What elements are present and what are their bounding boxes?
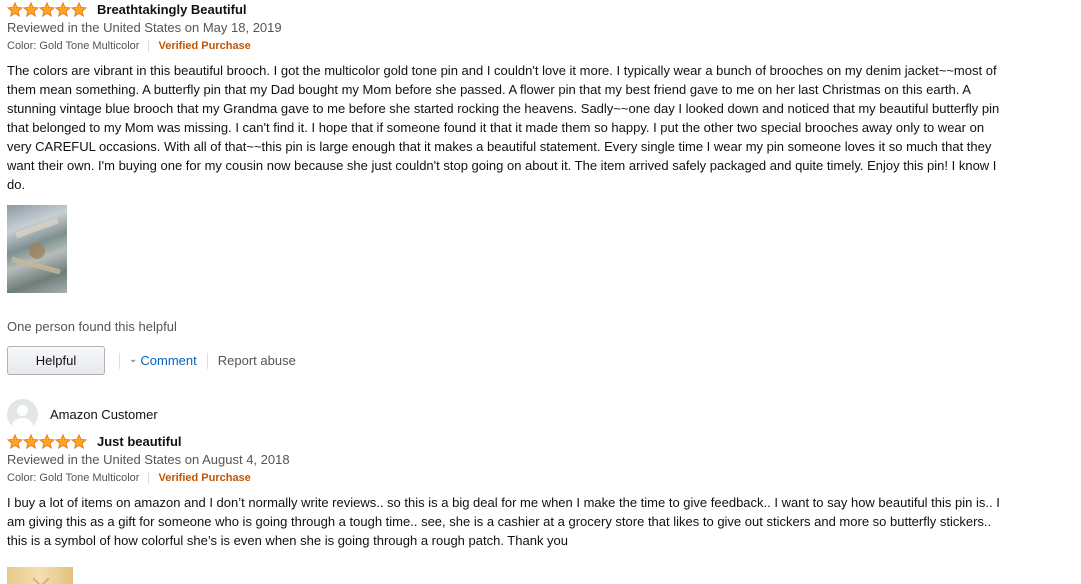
divider <box>119 352 120 369</box>
review-body: I buy a lot of items on amazon and I don… <box>7 495 1000 548</box>
review-title-row: Just beautiful <box>7 432 1017 450</box>
reviewer-profile[interactable]: Amazon Customer <box>7 398 1017 430</box>
verified-purchase-badge[interactable]: Verified Purchase <box>158 469 250 487</box>
review-title[interactable]: Just beautiful <box>97 434 182 449</box>
star-icon <box>23 433 39 449</box>
review-meta: Color: Gold Tone Multicolor Verified Pur… <box>7 37 1017 55</box>
divider <box>148 40 150 52</box>
review-photo-thumbnail[interactable] <box>7 205 67 293</box>
star-icon <box>7 1 23 17</box>
helpful-button[interactable]: Helpful <box>7 346 105 375</box>
report-abuse-link[interactable]: Report abuse <box>218 353 296 368</box>
reviews-page: Breathtakingly Beautiful Reviewed in the… <box>0 0 1081 584</box>
product-variant[interactable]: Color: Gold Tone Multicolor <box>7 469 139 487</box>
star-icon <box>71 1 87 17</box>
verified-purchase-badge[interactable]: Verified Purchase <box>158 37 250 55</box>
star-rating[interactable] <box>7 1 87 17</box>
comment-link[interactable]: ⌄ Comment <box>129 353 197 368</box>
review-date: Reviewed in the United States on May 18,… <box>7 20 282 35</box>
review-date: Reviewed in the United States on August … <box>7 452 290 467</box>
star-icon <box>39 433 55 449</box>
review-body: The colors are vibrant in this beautiful… <box>7 63 1000 192</box>
star-icon <box>71 433 87 449</box>
star-icon <box>55 433 71 449</box>
review-2: Amazon Customer Just beautiful Reviewed … <box>7 398 1017 550</box>
star-icon <box>23 1 39 17</box>
product-variant[interactable]: Color: Gold Tone Multicolor <box>7 37 139 55</box>
divider <box>206 352 208 369</box>
star-icon <box>39 1 55 17</box>
review-photo-thumbnail[interactable] <box>7 567 73 584</box>
star-icon <box>55 1 71 17</box>
star-icon <box>7 433 23 449</box>
star-rating[interactable] <box>7 433 87 449</box>
review-title[interactable]: Breathtakingly Beautiful <box>97 2 247 17</box>
review-title-row: Breathtakingly Beautiful <box>7 0 1017 18</box>
helpful-count: One person found this helpful <box>7 319 177 334</box>
divider <box>148 472 150 484</box>
comment-label[interactable]: Comment <box>140 353 196 368</box>
chevron-down-icon: ⌄ <box>129 354 138 365</box>
avatar[interactable] <box>7 398 38 430</box>
review-1: Breathtakingly Beautiful Reviewed in the… <box>7 0 1017 376</box>
review-meta: Color: Gold Tone Multicolor Verified Pur… <box>7 469 1017 487</box>
reviewer-name[interactable]: Amazon Customer <box>50 407 158 422</box>
review-actions: Helpful ⌄ Comment Report abuse <box>7 345 1017 376</box>
